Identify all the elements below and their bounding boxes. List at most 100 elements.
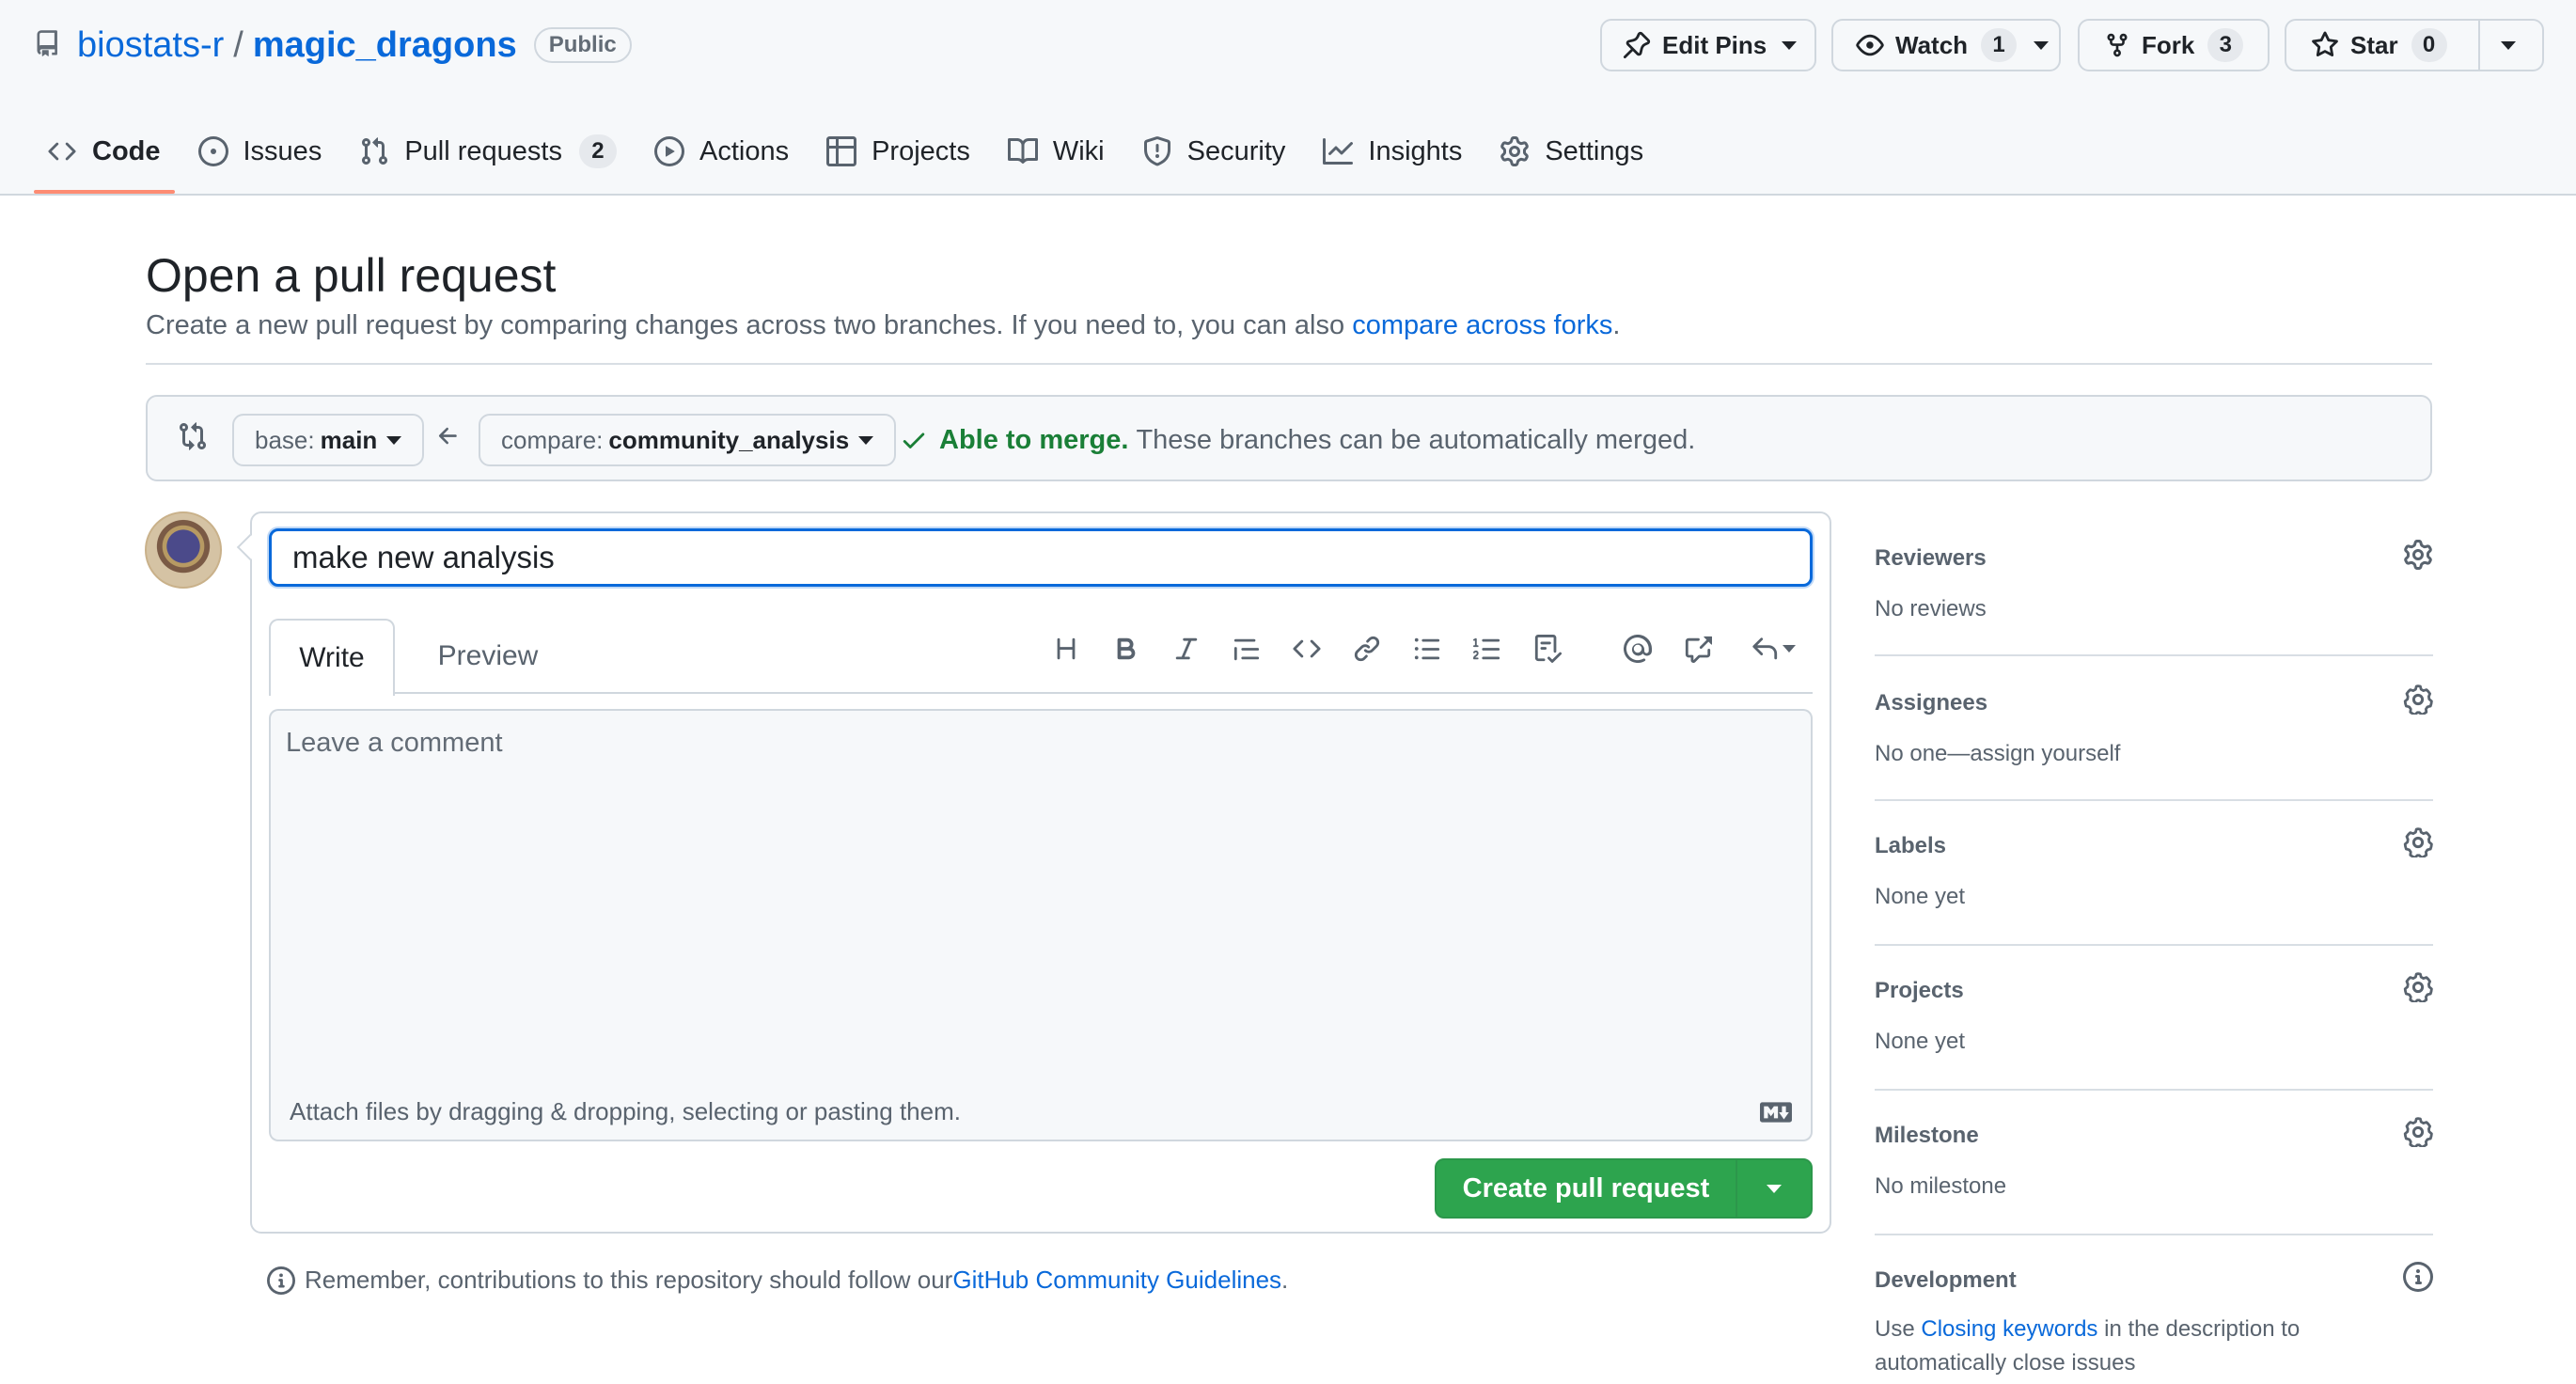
tab-code-label: Code xyxy=(92,135,161,166)
ordered-list-icon[interactable] xyxy=(1467,628,1508,669)
pin-icon xyxy=(1623,31,1651,59)
gear-icon xyxy=(1500,136,1530,166)
tab-write[interactable]: Write xyxy=(269,619,395,696)
assignees-gear-icon[interactable] xyxy=(2403,684,2433,715)
create-pull-request-button[interactable]: Create pull request xyxy=(1435,1158,1813,1219)
projects-title: Projects xyxy=(1875,978,1964,1003)
star-divider xyxy=(2478,19,2480,71)
milestone-gear-icon[interactable] xyxy=(2403,1117,2433,1147)
tab-code[interactable]: Code xyxy=(47,120,161,182)
milestone-title: Milestone xyxy=(1875,1123,1979,1148)
reviewers-title: Reviewers xyxy=(1875,545,1987,571)
closing-keywords-link[interactable]: Closing keywords xyxy=(1921,1316,2097,1342)
sidebar-projects: Projects None yet xyxy=(1875,972,2433,1081)
base-label: base: xyxy=(255,425,315,454)
watch-button[interactable]: Watch 1 xyxy=(1831,19,2061,71)
star-button[interactable]: Star 0 xyxy=(2285,19,2544,71)
chevron-down-icon xyxy=(1783,645,1796,653)
create-options-dropdown[interactable] xyxy=(1737,1184,1811,1193)
mention-icon[interactable] xyxy=(1617,628,1658,669)
assignees-value[interactable]: No one—assign yourself xyxy=(1875,737,2382,771)
saved-replies-button[interactable] xyxy=(1741,628,1805,669)
avatar[interactable] xyxy=(145,511,222,589)
guidelines-end: . xyxy=(1281,1266,1289,1294)
labels-value: None yet xyxy=(1875,884,1966,909)
tab-insights[interactable]: Insights xyxy=(1323,120,1462,182)
star-icon xyxy=(2311,31,2339,59)
contribution-notice: Remember, contributions to this reposito… xyxy=(267,1266,1288,1295)
fork-count: 3 xyxy=(2207,28,2244,62)
tab-pull-requests[interactable]: Pull requests 2 xyxy=(359,120,617,182)
unordered-list-icon[interactable] xyxy=(1406,628,1448,669)
tab-security-label: Security xyxy=(1186,135,1286,166)
tab-wiki-label: Wiki xyxy=(1052,135,1105,166)
reviewers-value: No reviews xyxy=(1875,596,1987,621)
visibility-badge: Public xyxy=(533,27,632,63)
markdown-icon xyxy=(1760,1102,1792,1123)
tab-issues[interactable]: Issues xyxy=(197,120,322,182)
projects-gear-icon[interactable] xyxy=(2403,972,2433,1002)
reviewers-gear-icon[interactable] xyxy=(2403,540,2433,570)
bold-icon[interactable] xyxy=(1106,628,1147,669)
pull-requests-count: 2 xyxy=(578,134,617,168)
link-icon[interactable] xyxy=(1346,628,1388,669)
compare-across-forks-link[interactable]: compare across forks xyxy=(1352,310,1612,340)
tab-actions[interactable]: Actions xyxy=(653,120,790,182)
compare-branch-name: community_analysis xyxy=(608,425,850,454)
star-dropdown-chevron-icon[interactable] xyxy=(2501,41,2516,50)
tab-projects-label: Projects xyxy=(872,135,970,166)
editor-tabs: Write Preview xyxy=(269,619,1813,696)
tab-preview[interactable]: Preview xyxy=(408,619,568,694)
tab-actions-label: Actions xyxy=(699,135,790,166)
create-pull-request-label: Create pull request xyxy=(1462,1172,1710,1203)
watch-count: 1 xyxy=(1981,28,2018,62)
italic-icon[interactable] xyxy=(1166,628,1207,669)
page-title: Open a pull request xyxy=(146,249,557,302)
heading-icon[interactable] xyxy=(1045,628,1087,669)
chevron-down-icon xyxy=(858,435,874,445)
tab-security[interactable]: Security xyxy=(1142,120,1286,182)
code-icon[interactable] xyxy=(1286,628,1327,669)
comment-textarea[interactable] xyxy=(269,709,1813,1085)
compare-label: compare: xyxy=(501,425,604,454)
task-list-icon[interactable] xyxy=(1527,628,1568,669)
sidebar-divider xyxy=(1875,1089,2433,1091)
base-branch-name: main xyxy=(320,425,378,454)
community-guidelines-link[interactable]: GitHub Community Guidelines xyxy=(952,1266,1281,1295)
repo-icon xyxy=(34,29,60,61)
sidebar-assignees: Assignees No one—assign yourself xyxy=(1875,684,2433,794)
fork-label: Fork xyxy=(2142,30,2195,59)
active-tab-indicator xyxy=(34,190,175,194)
fork-button[interactable]: Fork 3 xyxy=(2078,19,2270,71)
reply-icon xyxy=(1751,635,1779,663)
attach-files-bar[interactable]: Attach files by dragging & dropping, sel… xyxy=(269,1083,1813,1141)
base-branch-select[interactable]: base: main xyxy=(232,414,425,466)
chevron-down-icon xyxy=(386,435,402,445)
repo-name-link[interactable]: magic_dragons xyxy=(253,25,517,66)
repo-separator: / xyxy=(233,24,243,65)
sidebar-divider xyxy=(1875,654,2433,656)
edit-pins-button[interactable]: Edit Pins xyxy=(1600,19,1816,71)
repo-nav: Code Issues Pull requests 2 Actions Proj… xyxy=(34,120,1681,182)
info-icon[interactable] xyxy=(2403,1262,2433,1292)
compare-branch-select[interactable]: compare: community_analysis xyxy=(479,414,897,466)
quote-icon[interactable] xyxy=(1226,628,1267,669)
tab-wiki[interactable]: Wiki xyxy=(1007,120,1105,182)
eye-icon xyxy=(1856,31,1884,59)
compare-bar: base: main compare: community_analysis A… xyxy=(146,395,2432,481)
tab-settings[interactable]: Settings xyxy=(1500,120,1643,182)
tab-insights-label: Insights xyxy=(1368,135,1463,166)
cross-reference-icon[interactable] xyxy=(1677,628,1719,669)
labels-gear-icon[interactable] xyxy=(2403,827,2433,857)
tab-projects[interactable]: Projects xyxy=(826,120,970,182)
sidebar-milestone: Milestone No milestone xyxy=(1875,1117,2433,1226)
development-title: Development xyxy=(1875,1267,2017,1293)
chevron-down-icon xyxy=(1767,1184,1782,1193)
projects-value: None yet xyxy=(1875,1029,1966,1054)
info-icon xyxy=(267,1266,295,1295)
title-input[interactable] xyxy=(269,528,1813,587)
sidebar-divider xyxy=(1875,799,2433,801)
tab-issues-label: Issues xyxy=(243,135,322,166)
watch-label: Watch xyxy=(1895,30,1969,59)
repo-owner-link[interactable]: biostats-r xyxy=(77,25,224,66)
